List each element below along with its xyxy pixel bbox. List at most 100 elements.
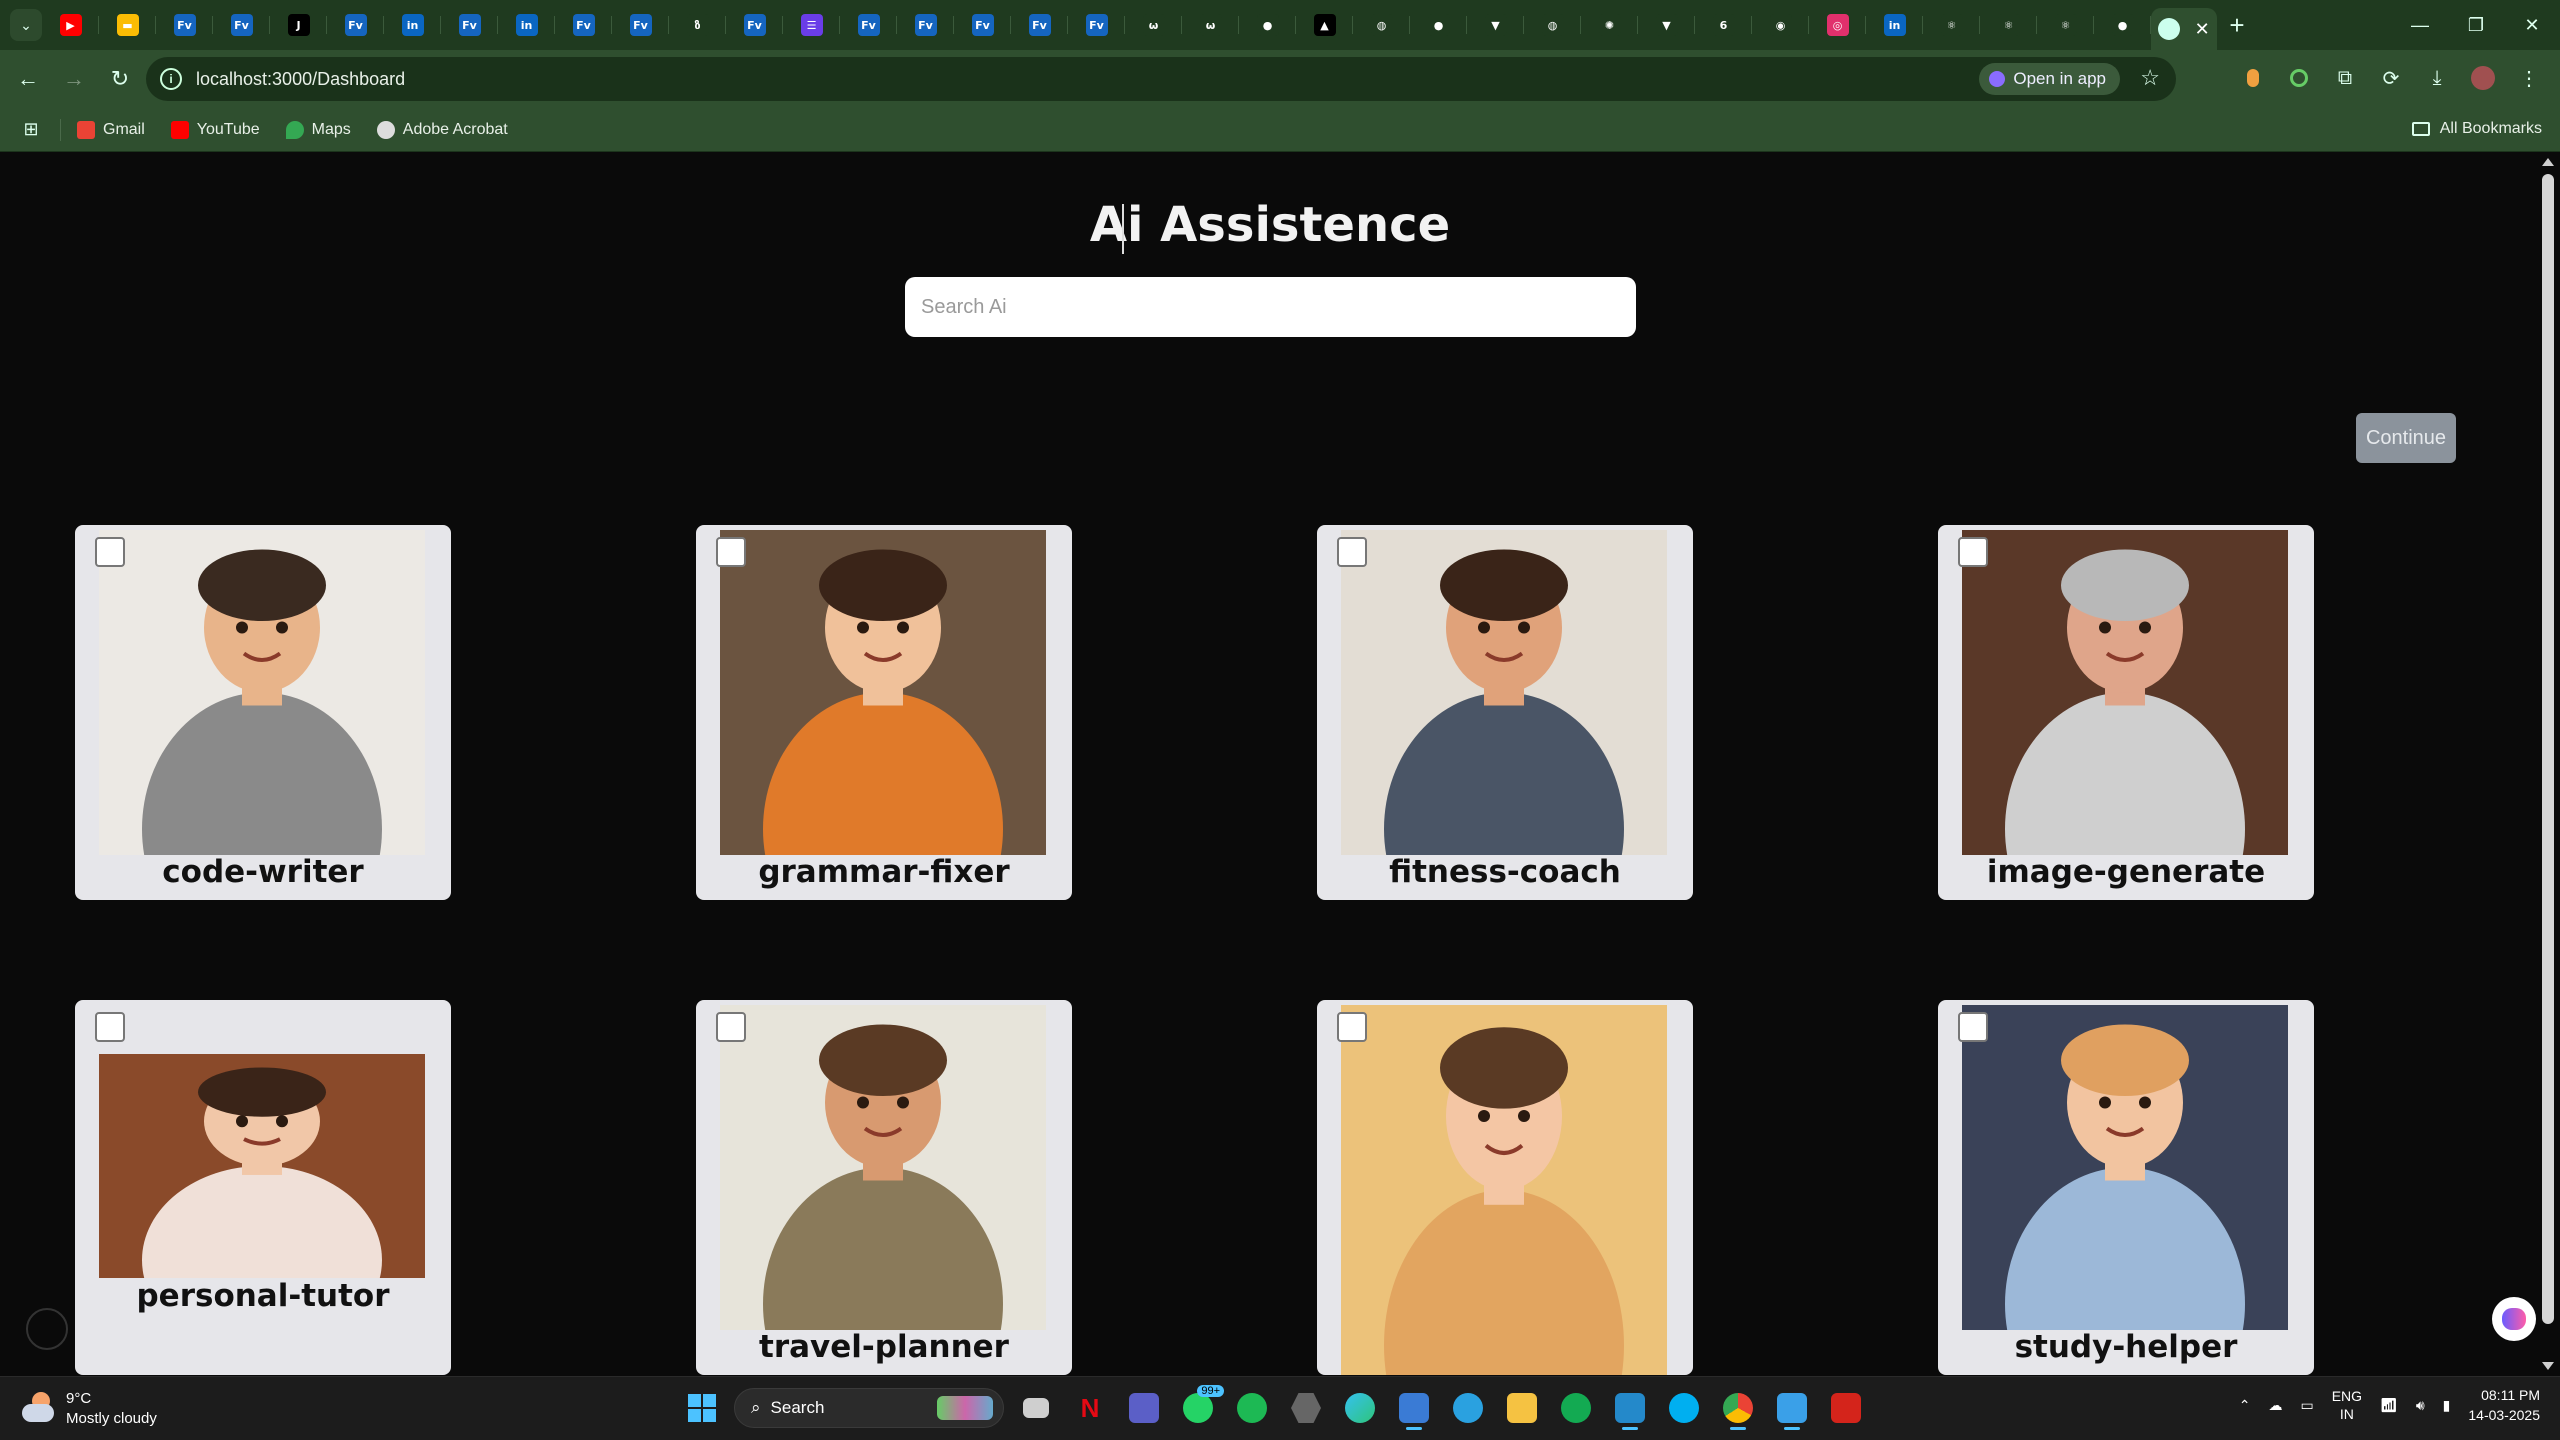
search-ai-input[interactable] [905,277,1636,337]
file-explorer-app[interactable] [1500,1385,1544,1431]
tab-0[interactable]: ▶ [42,0,99,50]
tab-29[interactable]: 6 [1695,0,1752,50]
spotify-app[interactable] [1230,1385,1274,1431]
scroll-up-arrow[interactable] [2542,158,2554,166]
open-in-app-button[interactable]: Open in app [1979,63,2120,95]
download-icon[interactable]: ⤓ [2420,60,2454,96]
bookmark-adobe-acrobat[interactable]: Adobe Acrobat [376,120,508,139]
tab-2[interactable]: Fv [156,0,213,50]
select-checkbox[interactable] [1958,1012,1988,1042]
tab-5[interactable]: Fv [327,0,384,50]
tab-17[interactable]: Fv [1011,0,1068,50]
apps-grid-icon[interactable]: ⊞ [20,119,42,141]
select-checkbox[interactable] [716,537,746,567]
clock[interactable]: 08:11 PM 14-03-2025 [2468,1385,2540,1425]
battery-icon[interactable]: ▮ [2443,1397,2451,1414]
telegram-app[interactable] [1446,1385,1490,1431]
tab-8[interactable]: in [498,0,555,50]
tab-6[interactable]: in [384,0,441,50]
tab-12[interactable]: Fv [726,0,783,50]
card-fitness-coach[interactable]: fitness-coach [1317,525,1693,900]
bookmark-maps[interactable]: Maps [285,120,351,139]
whatsapp-app[interactable]: 99+ [1176,1385,1224,1431]
select-checkbox[interactable] [1958,537,1988,567]
reload-button[interactable]: ↻ [102,61,138,97]
netflix-app[interactable]: N [1068,1385,1112,1431]
all-bookmarks-button[interactable]: All Bookmarks [2411,120,2542,138]
close-window-button[interactable]: ✕ [2504,0,2560,50]
tab-4[interactable]: J [270,0,327,50]
tab-28[interactable]: ▼ [1638,0,1695,50]
menu-icon[interactable]: ⋮ [2512,60,2546,96]
tab-24[interactable]: ● [1410,0,1467,50]
select-checkbox[interactable] [1337,1012,1367,1042]
tab-7[interactable]: Fv [441,0,498,50]
url-text[interactable]: localhost:3000/Dashboard [196,69,405,90]
site-info-icon[interactable]: i [160,68,182,90]
app-hex[interactable] [1284,1385,1328,1431]
back-button[interactable]: ← [10,61,46,97]
calculator-app[interactable] [1392,1385,1436,1431]
tab-13[interactable]: ☰ [783,0,840,50]
start-button[interactable] [680,1385,724,1431]
card-personal-tutor[interactable]: personal-tutor [75,1000,451,1375]
weather-widget[interactable]: 9°C Mostly cloudy [22,1389,157,1429]
select-checkbox[interactable] [95,1012,125,1042]
continue-button[interactable]: Continue [2356,413,2456,463]
tab-search-button[interactable]: ⌄ [10,9,42,41]
card-image-generate[interactable]: image-generate [1938,525,2314,900]
sync-icon[interactable]: ⟳ [2374,60,2408,96]
tab-20[interactable]: ω [1182,0,1239,50]
card-grammar-fixer[interactable]: grammar-fixer [696,525,1072,900]
mongodb-app[interactable] [1554,1385,1598,1431]
tab-15[interactable]: Fv [897,0,954,50]
chrome-app[interactable] [1716,1385,1760,1431]
restore-button[interactable]: ❐ [2448,0,2504,50]
extensions-puzzle-icon[interactable]: ⧉ [2328,60,2362,96]
language-indicator[interactable]: ENG IN [2332,1387,2362,1423]
tab-18[interactable]: Fv [1068,0,1125,50]
tab-active[interactable]: ✕ [2151,8,2217,50]
tab-26[interactable]: ◍ [1524,0,1581,50]
page-scrollbar[interactable] [2536,152,2560,1376]
card-selfie-assistant[interactable] [1317,1000,1693,1375]
tab-22[interactable]: ▲ [1296,0,1353,50]
bookmark-gmail[interactable]: Gmail [77,120,145,139]
bookmark-youtube[interactable]: YouTube [170,120,260,139]
extension-icon[interactable] [2236,60,2270,96]
scroll-down-arrow[interactable] [2542,1362,2554,1370]
card-travel-planner[interactable]: travel-planner [696,1000,1072,1375]
tab-9[interactable]: Fv [555,0,612,50]
minimize-button[interactable]: — [2392,0,2448,50]
taskbar-search[interactable]: ⌕ Search [734,1388,1004,1428]
device-icon[interactable]: ▭ [2300,1397,2313,1414]
profile-avatar[interactable] [2466,60,2500,96]
forward-button[interactable]: → [56,61,92,97]
tab-33[interactable]: ⚛ [1923,0,1980,50]
floating-circle-button[interactable] [26,1308,68,1350]
bookmark-star-icon[interactable]: ☆ [2140,65,2160,91]
tab-25[interactable]: ▼ [1467,0,1524,50]
tab-30[interactable]: ◉ [1752,0,1809,50]
select-checkbox[interactable] [95,537,125,567]
skype-app[interactable] [1662,1385,1706,1431]
tab-14[interactable]: Fv [840,0,897,50]
tab-3[interactable]: Fv [213,0,270,50]
card-code-writer[interactable]: code-writer [75,525,451,900]
tab-31[interactable]: ◎ [1809,0,1866,50]
wifi-icon[interactable]: 📶︎ [2380,1397,2398,1414]
select-checkbox[interactable] [1337,537,1367,567]
tab-23[interactable]: ◍ [1353,0,1410,50]
tab-35[interactable]: ⚛ [2037,0,2094,50]
tab-21[interactable]: ● [1239,0,1296,50]
edge-app[interactable] [1338,1385,1382,1431]
card-study-helper[interactable]: study-helper [1938,1000,2314,1375]
address-bar[interactable]: i localhost:3000/Dashboard Open in app ☆ [146,57,2176,101]
tab-10[interactable]: Fv [612,0,669,50]
extension-icon[interactable] [2282,60,2316,96]
new-tab-button[interactable]: + [2217,5,2257,45]
tab-1[interactable]: ▬ [99,0,156,50]
tab-34[interactable]: ⚛ [1980,0,2037,50]
tab-11[interactable]: ზ [669,0,726,50]
acrobat-app[interactable] [1824,1385,1868,1431]
